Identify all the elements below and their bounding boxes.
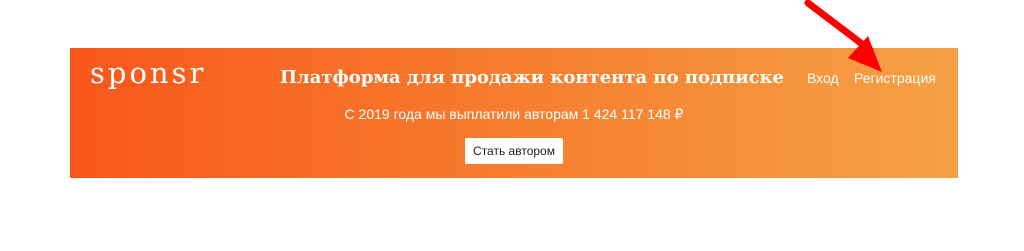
payout-stats-text: С 2019 года мы выплатили авторам 1 424 1… [344, 106, 684, 122]
page-headline: Платформа для продажи контента по подпис… [280, 67, 784, 88]
become-author-button[interactable]: Стать автором [465, 138, 563, 164]
sponsr-logo[interactable]: sponsr [90, 56, 206, 90]
annotation-arrow-icon [804, 0, 882, 72]
